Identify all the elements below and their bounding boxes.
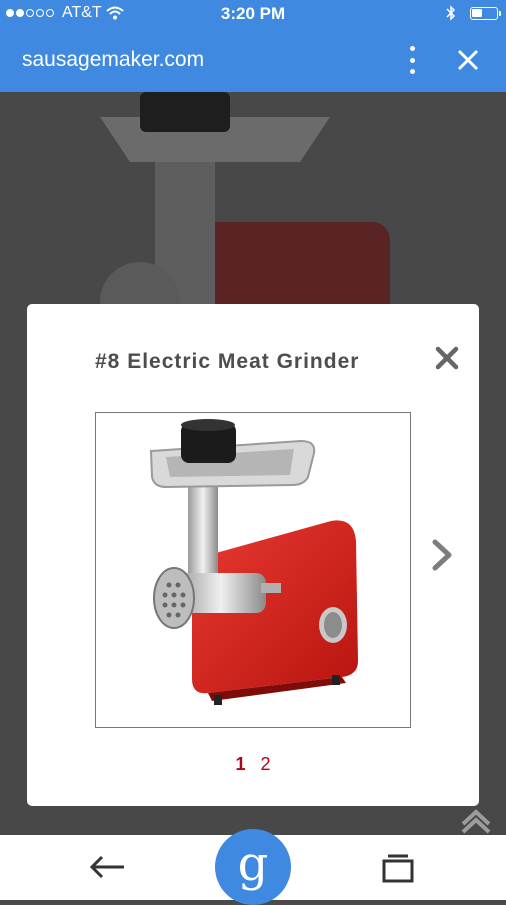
google-search-button[interactable]: g xyxy=(215,829,291,905)
image-pager: 1 2 xyxy=(27,754,479,775)
modal-title: #8 Electric Meat Grinder xyxy=(95,350,360,373)
chevron-right-icon[interactable] xyxy=(429,538,455,572)
close-icon[interactable] xyxy=(452,44,484,76)
chevron-up-icon[interactable] xyxy=(460,806,492,834)
electric-meat-grinder-image xyxy=(149,419,358,705)
bluetooth-icon xyxy=(446,5,456,21)
browser-header: sausagemaker.com xyxy=(0,28,506,92)
back-arrow-icon[interactable] xyxy=(88,851,128,883)
tabs-icon[interactable] xyxy=(380,853,416,883)
product-image-frame[interactable] xyxy=(95,412,411,728)
kebab-menu-icon[interactable] xyxy=(402,46,422,74)
page-link-2[interactable]: 2 xyxy=(261,754,271,775)
site-domain[interactable]: sausagemaker.com xyxy=(22,48,204,72)
close-icon[interactable] xyxy=(433,344,461,372)
page-link-1[interactable]: 1 xyxy=(235,754,245,775)
product-image-modal: #8 Electric Meat Grinder 1 2 xyxy=(27,304,479,806)
status-bar: AT&T 3:20 PM xyxy=(0,0,506,28)
battery-icon xyxy=(470,6,501,20)
google-logo-icon: g xyxy=(237,836,269,892)
clock: 3:20 PM xyxy=(220,4,286,23)
